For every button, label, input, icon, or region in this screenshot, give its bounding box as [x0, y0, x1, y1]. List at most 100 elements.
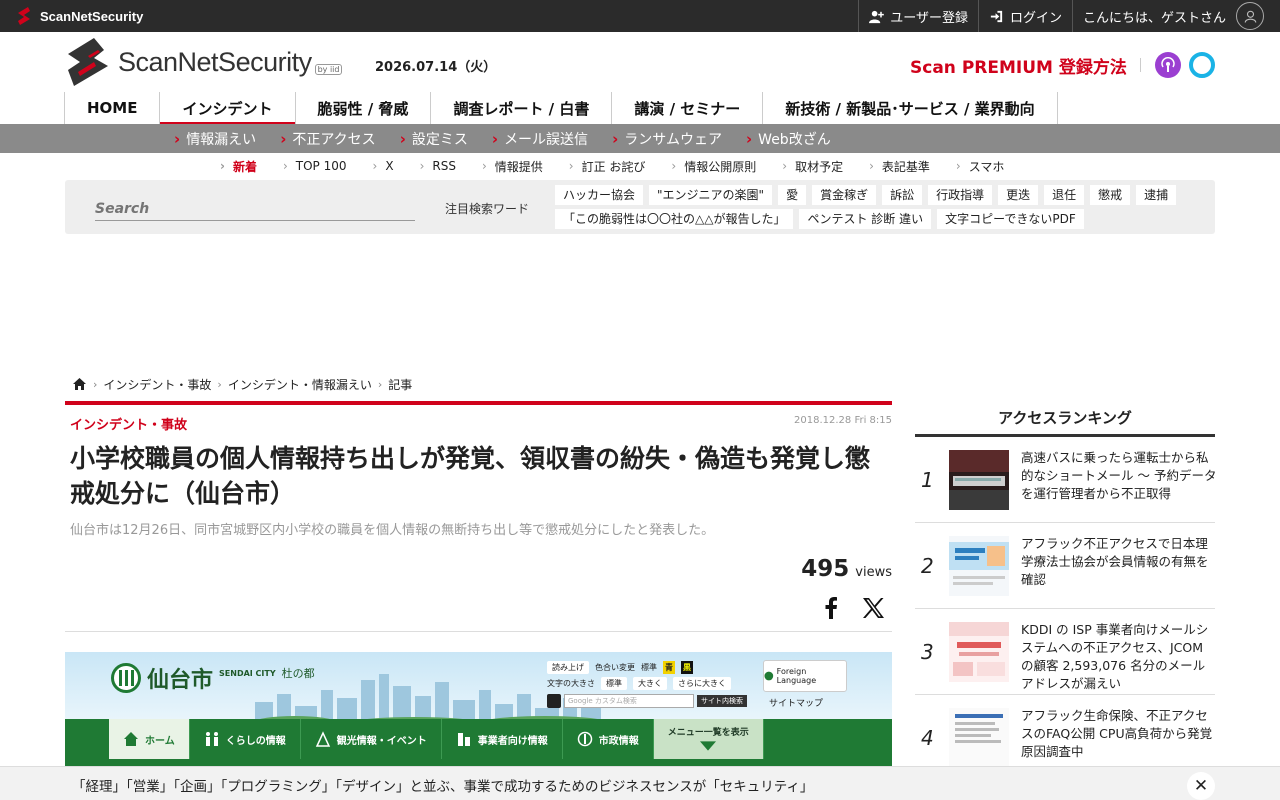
keyword-tag[interactable]: 更迭 [998, 185, 1039, 205]
ranking-number: 3 [921, 640, 934, 664]
link-rss[interactable]: RSS [420, 159, 456, 173]
avatar[interactable] [1236, 2, 1264, 30]
search-area: 注目検索ワード ハッカー協会 "エンジニアの楽園" 愛 賞金稼ぎ 訴訟 行政指導… [65, 180, 1215, 234]
subnav-data-leak[interactable]: 情報漏えい [174, 129, 256, 149]
link-style-guide[interactable]: 表記基準 [869, 158, 930, 175]
keyword-tag[interactable]: "エンジニアの楽園" [649, 185, 773, 205]
greeting[interactable]: こんにちは、ゲストさん [1071, 0, 1280, 32]
sendai-nav-menu-all-label: メニュー一覧を表示 [667, 727, 749, 738]
color-black-button[interactable]: 黒 [681, 660, 693, 674]
sendai-nav-tourism-label: 観光情報・イベント [336, 735, 427, 747]
scannetsecurity-s-logo-icon [68, 38, 108, 86]
sendai-logo[interactable]: 仙台市 SENDAI CITY 杜の都 [111, 662, 315, 694]
article-timestamp: 2018.12.28 Fri 8:15 [794, 415, 892, 426]
keyword-tag[interactable]: 懲戒 [1090, 185, 1131, 205]
keyword-tag[interactable]: 退任 [1044, 185, 1085, 205]
ranking-item[interactable]: 3 KDDI の ISP 事業者向けメールシステムへの不正アクセス、JCOM の… [915, 609, 1215, 695]
color-yellow-button[interactable]: 青 [663, 660, 675, 674]
breadcrumb-incident[interactable]: インシデント・事故 [103, 376, 211, 393]
sendai-nav-government[interactable]: 市政情報 [563, 719, 654, 759]
article-divider [65, 631, 892, 632]
user-register-label: ユーザー登録 [890, 10, 968, 26]
keyword-tag[interactable]: 「この脆弱性は〇〇社の△△が報告した」 [555, 209, 794, 229]
x-share-button[interactable] [862, 597, 884, 619]
nav-vulnerability[interactable]: 脆弱性 / 脅威 [294, 92, 431, 124]
ranking-headline: KDDI の ISP 事業者向けメールシステムへの不正アクセス、JCOM の顧客… [1021, 622, 1209, 691]
breadcrumb-data-leak[interactable]: インシデント・情報漏えい [228, 376, 372, 393]
nav-home[interactable]: HOME [64, 92, 159, 124]
sendai-nav-menu-all[interactable]: メニュー一覧を表示 [653, 719, 764, 759]
keyword-tag[interactable]: 文字コピーできないPDF [937, 209, 1084, 229]
home-icon[interactable] [72, 377, 87, 391]
article-image: 仙台市 SENDAI CITY 杜の都 読み上げ 色合い変更 標準 青 黒 文字… [65, 652, 892, 766]
close-icon: ✕ [1193, 776, 1209, 796]
foreign-language-button[interactable]: Foreign Language [763, 660, 847, 692]
nav-new-tech[interactable]: 新技術 / 新製品･サービス / 業界動向 [762, 92, 1058, 124]
link-coverage-schedule[interactable]: 取材予定 [782, 158, 843, 175]
subnav-misconfiguration[interactable]: 設定ミス [400, 129, 468, 149]
ranking-number: 1 [921, 468, 934, 492]
sendai-nav-home[interactable]: ホーム [109, 719, 190, 759]
ranking-item[interactable]: 1 高速バスに乗ったら運転士から私的なショートメール 〜 予約データを運行管理者… [915, 437, 1216, 523]
keyword-list: ハッカー協会 "エンジニアの楽園" 愛 賞金稼ぎ 訴訟 行政指導 更迭 退任 懲… [555, 185, 1205, 229]
color-standard-button[interactable]: 標準 [641, 662, 657, 673]
facebook-share-button[interactable] [820, 597, 842, 619]
sendai-nav-home-label: ホーム [145, 735, 175, 747]
sitemap-link[interactable]: サイトマップ [769, 696, 823, 709]
link-mobile[interactable]: スマホ [956, 158, 1005, 175]
search-input[interactable] [95, 197, 415, 221]
subnav-ransomware[interactable]: ランサムウェア [612, 129, 722, 149]
sendai-emblem-icon [577, 731, 592, 747]
sendai-search-input[interactable]: Google カスタム検索 [564, 694, 694, 708]
top-brand-link[interactable]: ScanNetSecurity [14, 6, 143, 26]
site-logo[interactable]: ScanNetSecurity by iid [64, 36, 343, 88]
breadcrumb-separator-icon: › [377, 377, 383, 391]
user-register-link[interactable]: ユーザー登録 [858, 0, 978, 32]
nav-research-report[interactable]: 調査レポート / 白書 [430, 92, 611, 124]
link-corrections[interactable]: 訂正 お詫び [569, 158, 646, 175]
keyword-tag[interactable]: 賞金稼ぎ [812, 185, 877, 205]
banner-close-button[interactable]: ✕ [1187, 772, 1215, 800]
podcast-icon[interactable] [1155, 52, 1181, 78]
subnav-unauthorized-access[interactable]: 不正アクセス [280, 129, 375, 149]
login-link[interactable]: ログイン [977, 0, 1072, 32]
ranking-headline: アフラック不正アクセスで日本理学療法士協会が会員情報の有無を確認 [1021, 536, 1209, 587]
sendai-search-button[interactable]: サイト内検索 [697, 695, 747, 707]
article-category[interactable]: インシデント・事故 [70, 414, 187, 433]
alexa-icon[interactable] [1189, 52, 1215, 78]
link-disclosure-policy[interactable]: 情報公開原則 [671, 158, 756, 175]
bottom-banner[interactable]: 「経理」「営業」「企画」「プログラミング」「デザイン」と並ぶ、事業で成功するため… [0, 766, 1280, 800]
sendai-nav-tourism[interactable]: 観光情報・イベント [301, 719, 442, 759]
nav-seminar[interactable]: 講演 / セミナー [611, 92, 762, 124]
read-aloud-button[interactable]: 読み上げ [547, 660, 589, 674]
nav-incident[interactable]: インシデント [159, 92, 295, 125]
login-icon [990, 10, 1003, 22]
link-top100[interactable]: TOP 100 [283, 159, 347, 173]
link-x[interactable]: X [373, 159, 393, 173]
family-icon [205, 732, 218, 746]
keyword-tag[interactable]: 逮捕 [1136, 185, 1177, 205]
font-larger-button[interactable]: さらに大きく [673, 676, 731, 690]
sendai-nav-business[interactable]: 事業者向け情報 [442, 719, 563, 759]
link-latest[interactable]: 新着 [220, 158, 257, 175]
header-divider [1140, 58, 1141, 72]
scan-premium-link[interactable]: Scan PREMIUM 登録方法 [910, 53, 1127, 78]
keyword-tag[interactable]: 愛 [778, 185, 807, 205]
link-tip[interactable]: 情報提供 [482, 158, 543, 175]
article-lead: 仙台市は12月26日、同市宮城野区内小学校の職員を個人情報の無断持ち出し等で懲戒… [70, 523, 715, 538]
subnav-web-defacement[interactable]: Web改ざん [746, 129, 831, 149]
font-large-button[interactable]: 大きく [633, 676, 667, 690]
sendai-nav-living[interactable]: くらしの情報 [190, 719, 301, 759]
tourism-icon [315, 731, 330, 747]
home-icon [124, 732, 138, 746]
font-standard-button[interactable]: 標準 [601, 676, 627, 690]
access-ranking: アクセスランキング 1 高速バスに乗ったら運転士から私的なショートメール 〜 予… [915, 405, 1216, 781]
ranking-title: アクセスランキング [998, 409, 1132, 427]
keyword-tag[interactable]: 行政指導 [928, 185, 993, 205]
keyword-tag[interactable]: ペンテスト 診断 違い [799, 209, 932, 229]
ranking-item[interactable]: 2 アフラック不正アクセスで日本理学療法士協会が会員情報の有無を確認 [915, 523, 1215, 609]
keyword-tag[interactable]: ハッカー協会 [555, 185, 644, 205]
keyword-tag[interactable]: 訴訟 [882, 185, 923, 205]
subnav-mis-sent-email[interactable]: メール誤送信 [492, 129, 588, 149]
share-buttons [820, 597, 884, 619]
